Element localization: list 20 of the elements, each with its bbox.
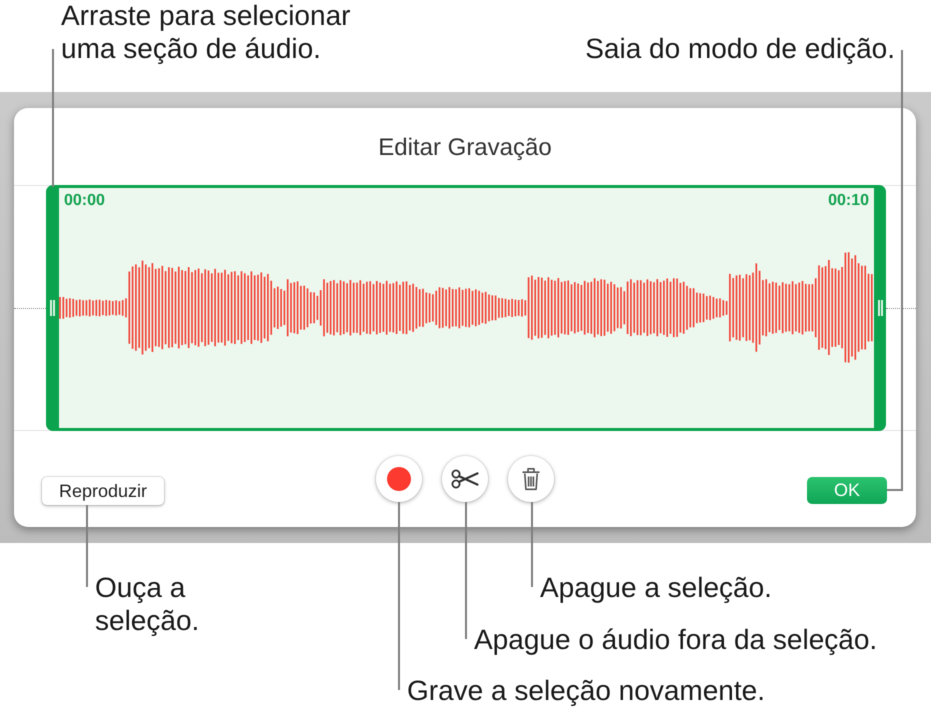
record-icon — [386, 467, 410, 491]
trim-button[interactable] — [442, 456, 488, 502]
callout-text: Saia do modo de edição. — [585, 32, 895, 65]
trash-icon — [520, 467, 540, 491]
dialog-title: Editar Gravação — [378, 134, 552, 162]
record-button[interactable] — [376, 456, 422, 502]
callout-text: Ouça a seleção. — [95, 571, 200, 637]
callout-text: Arraste para selecionar uma seção de áudio. — [61, 0, 352, 65]
end-time: 00:10 — [828, 192, 869, 210]
selection-frame[interactable]: 00:00 00:10 — [46, 185, 886, 431]
scissors-icon — [450, 469, 478, 489]
grip-icon[interactable] — [50, 300, 55, 316]
callout-text: Apague o áudio fora da seleção. — [474, 623, 878, 656]
callout-text: Grave a seleção novamente. — [407, 674, 765, 707]
start-time: 00:00 — [64, 192, 105, 210]
play-button[interactable]: Reproduzir — [42, 477, 164, 505]
ok-button[interactable]: OK — [807, 477, 887, 504]
grip-icon[interactable] — [878, 300, 883, 316]
delete-button[interactable] — [508, 456, 554, 502]
callout-text: Apague a seleção. — [540, 571, 772, 604]
